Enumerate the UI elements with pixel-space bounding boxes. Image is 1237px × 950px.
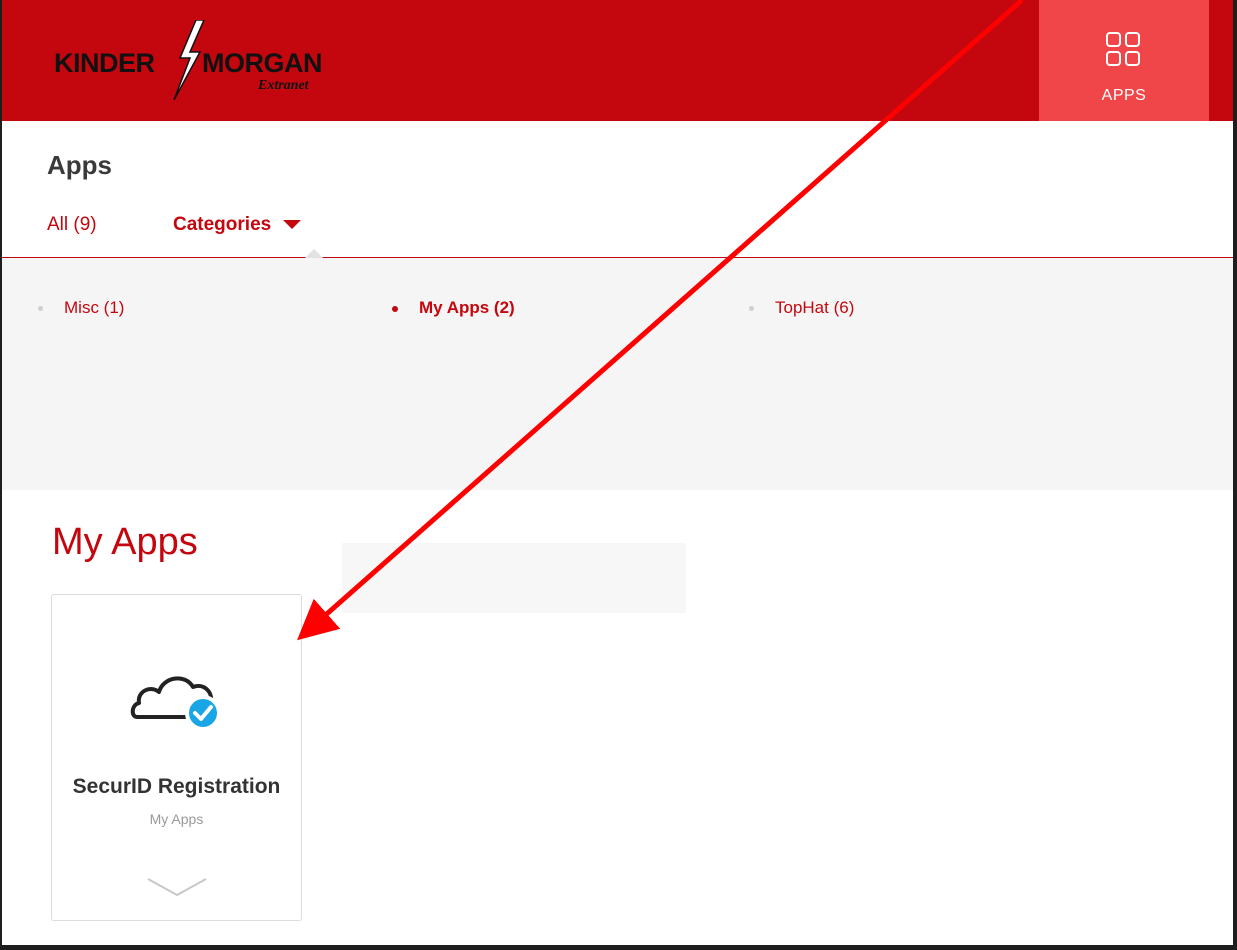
caret-down-icon [283,220,302,230]
tab-all[interactable]: All (9) [47,214,97,236]
apps-button[interactable]: APPS [1039,0,1209,121]
chevron-down-icon[interactable] [146,875,208,899]
app-card-securid[interactable]: SecurID Registration My Apps [51,594,302,921]
section-title: My Apps [52,521,198,563]
tab-all-label: All (9) [47,214,97,235]
logo-text-left: KINDER [54,48,155,78]
category-my-apps[interactable]: My Apps (2) [392,298,515,318]
categories-panel: Misc (1) My Apps (2) TopHat (6) [2,258,1233,490]
cloud-check-icon [130,676,221,731]
top-bar: KINDER MORGAN Extranet APPS [2,0,1233,121]
category-misc[interactable]: Misc (1) [38,298,124,318]
category-label: Misc (1) [64,298,125,317]
bullet-icon [392,305,398,312]
apps-button-label: APPS [1101,87,1147,104]
category-label: TopHat (6) [775,298,855,317]
apps-grid-icon [1106,32,1140,66]
logo-text-right: MORGAN [202,48,323,78]
page-title: Apps [47,150,112,180]
tab-categories-label: Categories [173,214,272,235]
category-label: My Apps (2) [419,298,515,317]
app-window: KINDER MORGAN Extranet APPS Apps All (9)… [2,0,1233,945]
bullet-icon [749,306,754,312]
tabs-notch [305,249,323,258]
kinder-morgan-logo[interactable]: KINDER MORGAN Extranet [54,20,354,104]
bullet-icon [38,306,43,312]
logo-subtitle: Extranet [258,78,309,93]
tab-categories[interactable]: Categories [173,214,302,236]
category-tophat[interactable]: TopHat (6) [749,298,854,318]
app-category: My Apps [149,811,204,827]
placeholder-box [342,543,686,613]
app-name: SecurID Registration [72,775,281,798]
